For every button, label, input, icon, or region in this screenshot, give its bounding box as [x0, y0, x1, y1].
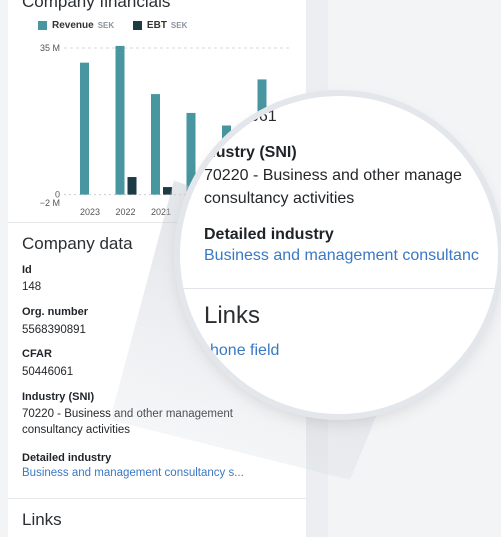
magnified-phone-link[interactable]: hone field: [210, 342, 279, 360]
legend-revenue-unit: SEK: [97, 21, 115, 30]
magnified-cfar-fragment: 061: [250, 108, 277, 125]
magnified-industry-line1: 70220 - Business and other manage: [204, 167, 462, 184]
legend-ebt-unit: SEK: [170, 21, 188, 30]
legend-ebt-label: EBT: [146, 20, 167, 31]
ebt-swatch: [132, 21, 142, 30]
magnifier-lens: 061 dustry (SNI) 70220 - Business and ot…: [180, 96, 498, 414]
chart-legend: Revenue SEK EBT SEK: [38, 20, 203, 33]
cfar-label: CFAR: [22, 348, 52, 360]
magnified-industry-label: dustry (SNI): [206, 144, 297, 161]
org-number-label: Org. number: [22, 306, 89, 318]
magnified-detailed-label: Detailed industry: [204, 226, 334, 243]
legend-item-revenue[interactable]: Revenue SEK: [38, 20, 114, 31]
y-tick-label: −2 M: [40, 198, 60, 208]
links-title: Links: [22, 510, 62, 529]
industry-label: Industry (SNI): [22, 391, 95, 403]
bar-revenue-2022: [115, 45, 125, 195]
legend-item-ebt[interactable]: EBT SEK: [132, 20, 188, 31]
y-tick-label: 35 M: [40, 43, 60, 53]
detailed-industry-label: Detailed industry: [22, 452, 112, 464]
bar-revenue-2021: [151, 94, 160, 195]
detailed-industry-link[interactable]: Business and management consultancy s...: [22, 467, 244, 479]
magnified-divider: [180, 288, 498, 289]
bar-revenue-2023: [80, 62, 89, 195]
financials-title: Company financials: [22, 0, 171, 11]
id-label: Id: [22, 264, 32, 276]
bar-ebt-2022: [127, 177, 137, 195]
legend-revenue-label: Revenue: [52, 20, 94, 31]
section-divider: [8, 498, 306, 499]
x-tick-label: 2023: [80, 207, 100, 217]
magnified-detailed-link[interactable]: Business and management consultanc: [204, 247, 479, 265]
magnified-links-title: Links: [204, 302, 261, 329]
x-tick-label: 2022: [115, 207, 135, 217]
revenue-swatch: [38, 21, 47, 30]
magnified-industry-line2: consultancy activities: [204, 190, 355, 207]
company-data-title: Company data: [22, 234, 133, 253]
